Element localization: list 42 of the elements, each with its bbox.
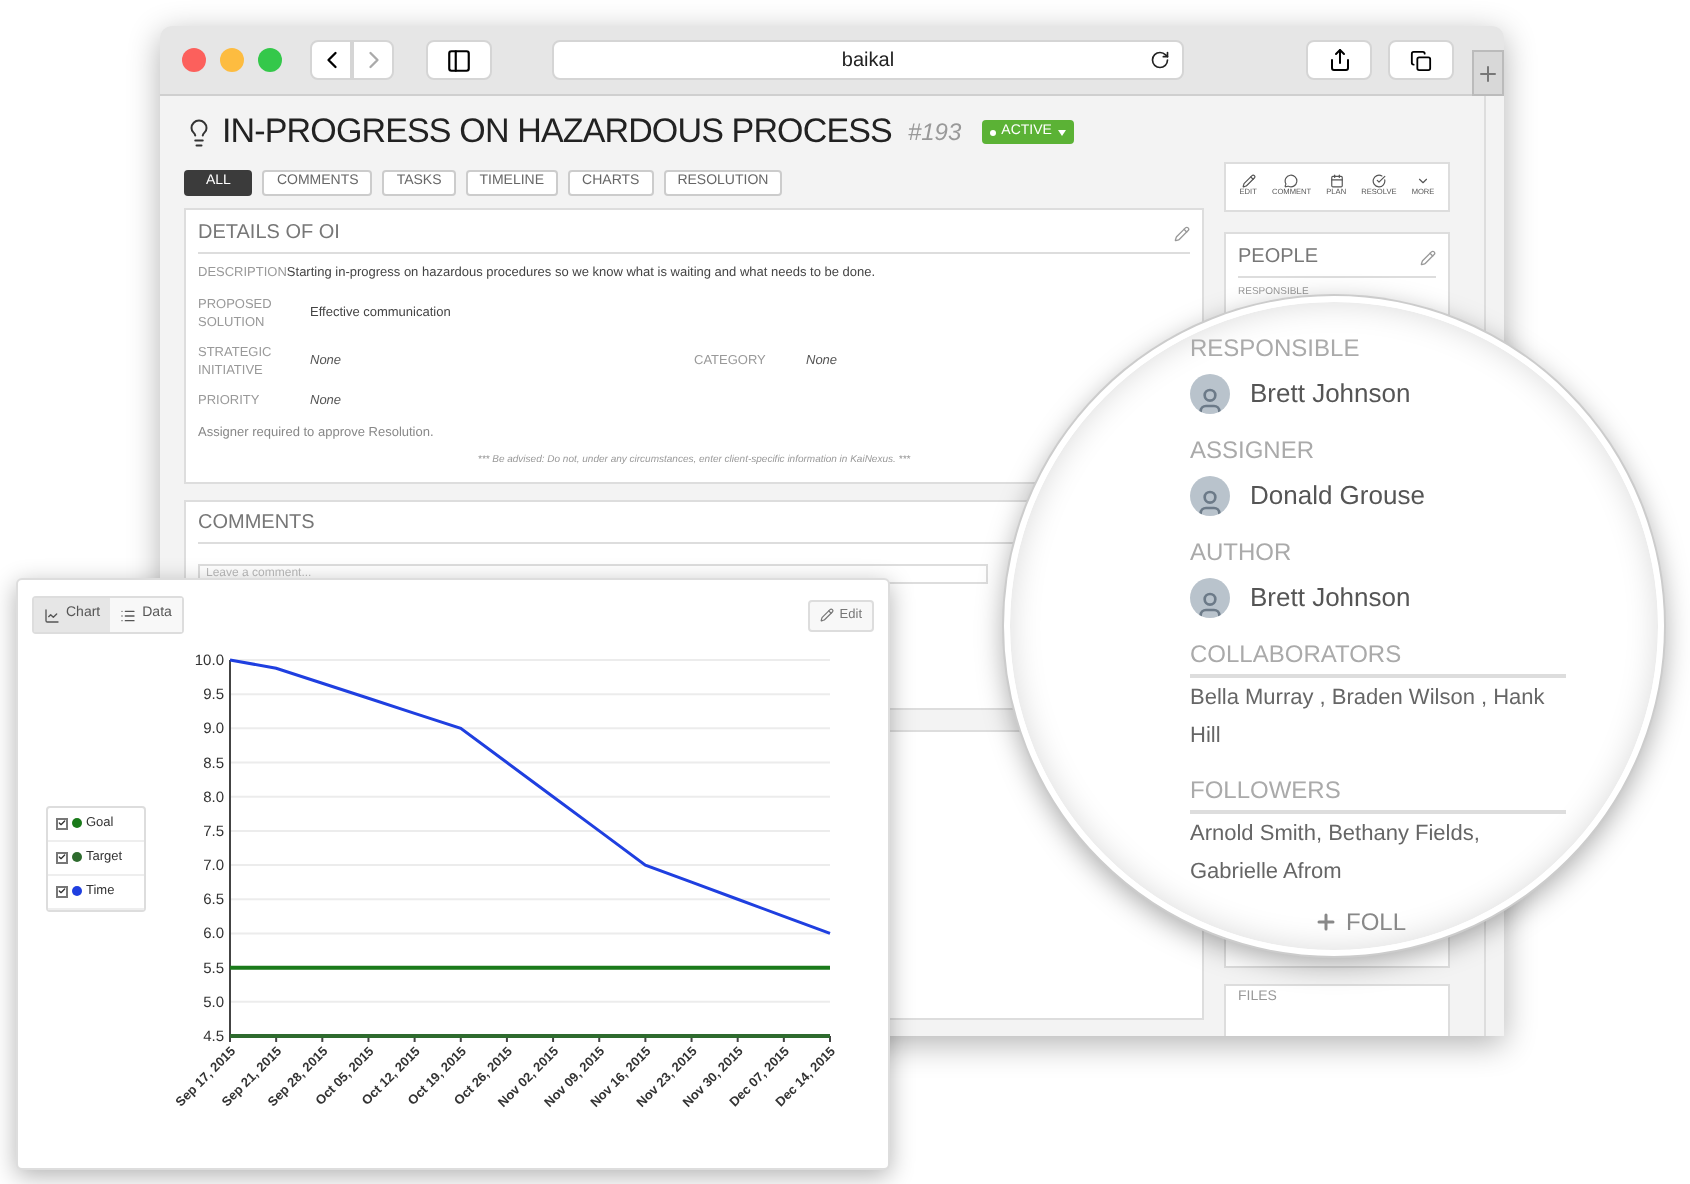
avatar-icon: [1190, 476, 1230, 516]
plus-icon: [1476, 61, 1500, 85]
role-label: AUTHOR: [1190, 536, 1294, 570]
legend-checkbox[interactable]: [56, 885, 68, 897]
share-icon: [1327, 48, 1351, 72]
role-label: RESPONSIBLE: [1190, 332, 1362, 366]
more-icon: [1416, 174, 1431, 189]
line-chart-icon: [44, 607, 60, 623]
tabs-icon: [1410, 49, 1432, 71]
avatar-icon: [1190, 374, 1230, 414]
legend-checkbox[interactable]: [56, 851, 68, 863]
address-bar[interactable]: baikal: [552, 40, 1184, 80]
edit-icon: [1241, 174, 1256, 189]
tabs-button[interactable]: [1388, 40, 1454, 80]
item-number: #193: [907, 116, 962, 150]
comment-icon: [1284, 174, 1299, 189]
panel-title: DETAILS OF OI: [198, 220, 340, 248]
sidebar-icon: [446, 47, 472, 73]
people-list: Bella Murray , Braden Wilson , Hank Hill: [1190, 680, 1566, 756]
panel-title: PEOPLE: [1238, 244, 1319, 272]
legend-checkbox[interactable]: [56, 817, 68, 829]
group-label: COLLABORATORS: [1190, 636, 1566, 678]
resolve-icon: [1371, 174, 1386, 189]
people-list: Arnold Smith, Bethany Fields, Gabrielle Afrom: [1190, 816, 1566, 892]
role-label: ASSIGNER: [1190, 434, 1317, 468]
share-button[interactable]: [1306, 40, 1372, 80]
plan-icon: [1329, 174, 1344, 189]
plus-icon: [1314, 910, 1338, 934]
pencil-icon: [819, 608, 834, 622]
new-tab-button[interactable]: [1472, 50, 1504, 96]
back-button[interactable]: [310, 40, 352, 80]
edit-icon[interactable]: [1420, 249, 1436, 265]
edit-icon[interactable]: [1174, 225, 1190, 241]
reload-icon[interactable]: [1150, 50, 1170, 70]
sidebar-button[interactable]: [426, 40, 492, 80]
page-title: IN-PROGRESS ON HAZARDOUS PROCESS: [222, 110, 892, 155]
group-label: FOLLOWERS: [1190, 772, 1566, 814]
person-name[interactable]: Brett Johnson: [1250, 578, 1411, 618]
avatar-icon: [1190, 578, 1230, 618]
person-name[interactable]: Brett Johnson: [1250, 374, 1411, 414]
list-icon: [120, 607, 137, 623]
person-name[interactable]: Donald Grouse: [1250, 476, 1425, 516]
